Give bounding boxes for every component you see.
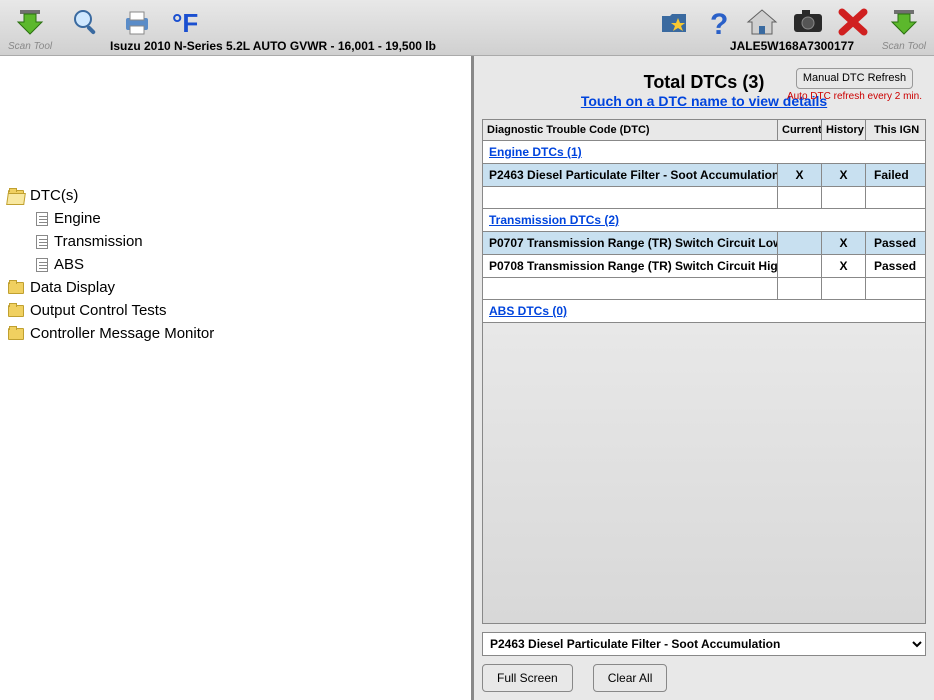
folder-star-icon bbox=[658, 8, 690, 39]
col-header-current: Current bbox=[778, 120, 822, 141]
home-button[interactable] bbox=[746, 8, 778, 39]
dtc-row[interactable]: P0708 Transmission Range (TR) Switch Cir… bbox=[483, 255, 926, 278]
svg-text:?: ? bbox=[710, 8, 728, 38]
download-arrow-icon bbox=[888, 8, 920, 39]
print-button[interactable] bbox=[120, 8, 154, 39]
tree-item[interactable]: ABS bbox=[8, 253, 463, 276]
svg-text:°F: °F bbox=[172, 8, 198, 38]
close-button[interactable] bbox=[838, 8, 868, 39]
folder-icon bbox=[8, 282, 24, 294]
folder-open-icon bbox=[8, 190, 24, 202]
tree-item[interactable]: Controller Message Monitor bbox=[8, 322, 463, 345]
tree-item[interactable]: Output Control Tests bbox=[8, 299, 463, 322]
tree-item[interactable]: Transmission bbox=[8, 230, 463, 253]
tree-item[interactable]: Data Display bbox=[8, 276, 463, 299]
printer-icon bbox=[120, 8, 154, 39]
tree-item-label: Data Display bbox=[30, 279, 115, 296]
clear-all-button[interactable]: Clear All bbox=[593, 664, 668, 692]
fahrenheit-icon: °F bbox=[172, 8, 208, 41]
scan-tool-left-button[interactable]: Scan Tool bbox=[8, 8, 52, 52]
col-header-code: Diagnostic Trouble Code (DTC) bbox=[483, 120, 778, 141]
main-panel: Total DTCs (3) Touch on a DTC name to vi… bbox=[474, 56, 934, 700]
section-abs[interactable]: ABS DTCs (0) bbox=[483, 300, 926, 323]
tree-item-label: Controller Message Monitor bbox=[30, 325, 214, 342]
dtc-select[interactable]: P2463 Diesel Particulate Filter - Soot A… bbox=[482, 632, 926, 656]
temperature-unit-button[interactable]: °F bbox=[172, 8, 208, 41]
section-transmission[interactable]: Transmission DTCs (2) bbox=[483, 209, 926, 232]
page-icon bbox=[36, 258, 48, 272]
col-header-history: History bbox=[822, 120, 866, 141]
close-x-icon bbox=[838, 8, 868, 39]
table-empty-area bbox=[482, 323, 926, 624]
help-button[interactable]: ? bbox=[704, 8, 732, 41]
tree-item[interactable]: DTC(s) bbox=[8, 184, 463, 207]
sidebar: DTC(s) Engine Transmission ABS Data Display O… bbox=[0, 56, 474, 700]
favorites-button[interactable] bbox=[658, 8, 690, 39]
col-header-this-ign: This IGN bbox=[866, 120, 926, 141]
vin-text: JALE5W168A7300177 bbox=[730, 39, 854, 53]
download-arrow-icon bbox=[14, 8, 46, 39]
folder-icon bbox=[8, 328, 24, 340]
tree-item-label: ABS bbox=[54, 256, 84, 273]
camera-icon bbox=[792, 8, 824, 37]
tree-item-label: Output Control Tests bbox=[30, 302, 166, 319]
dtc-row[interactable]: P0707 Transmission Range (TR) Switch Cir… bbox=[483, 232, 926, 255]
home-icon bbox=[746, 8, 778, 39]
camera-button[interactable] bbox=[792, 8, 824, 37]
scan-tool-right-button[interactable]: Scan Tool bbox=[882, 8, 926, 52]
toolbar: Scan Tool °F ? bbox=[0, 0, 934, 56]
full-screen-button[interactable]: Full Screen bbox=[482, 664, 573, 692]
vehicle-info: Isuzu 2010 N-Series 5.2L AUTO GVWR - 16,… bbox=[110, 39, 436, 53]
auto-refresh-note: Auto DTC refresh every 2 min. bbox=[787, 91, 922, 102]
tree-item[interactable]: Engine bbox=[8, 207, 463, 230]
magnifier-icon bbox=[70, 8, 102, 39]
dtc-table: Diagnostic Trouble Code (DTC) Current Hi… bbox=[482, 119, 926, 323]
nav-tree: DTC(s) Engine Transmission ABS Data Display O… bbox=[8, 184, 463, 345]
tree-item-label: Engine bbox=[54, 210, 101, 227]
manual-refresh-button[interactable]: Manual DTC Refresh bbox=[796, 68, 913, 89]
page-icon bbox=[36, 235, 48, 249]
dtc-row-empty bbox=[483, 187, 926, 209]
dtc-row[interactable]: P2463 Diesel Particulate Filter - Soot A… bbox=[483, 164, 926, 187]
tree-item-label: Transmission bbox=[54, 233, 143, 250]
tree-item-label: DTC(s) bbox=[30, 187, 78, 204]
search-button[interactable] bbox=[70, 8, 102, 39]
question-icon: ? bbox=[704, 8, 732, 41]
dtc-row-empty bbox=[483, 278, 926, 300]
page-icon bbox=[36, 212, 48, 226]
section-engine[interactable]: Engine DTCs (1) bbox=[483, 141, 926, 164]
folder-icon bbox=[8, 305, 24, 317]
